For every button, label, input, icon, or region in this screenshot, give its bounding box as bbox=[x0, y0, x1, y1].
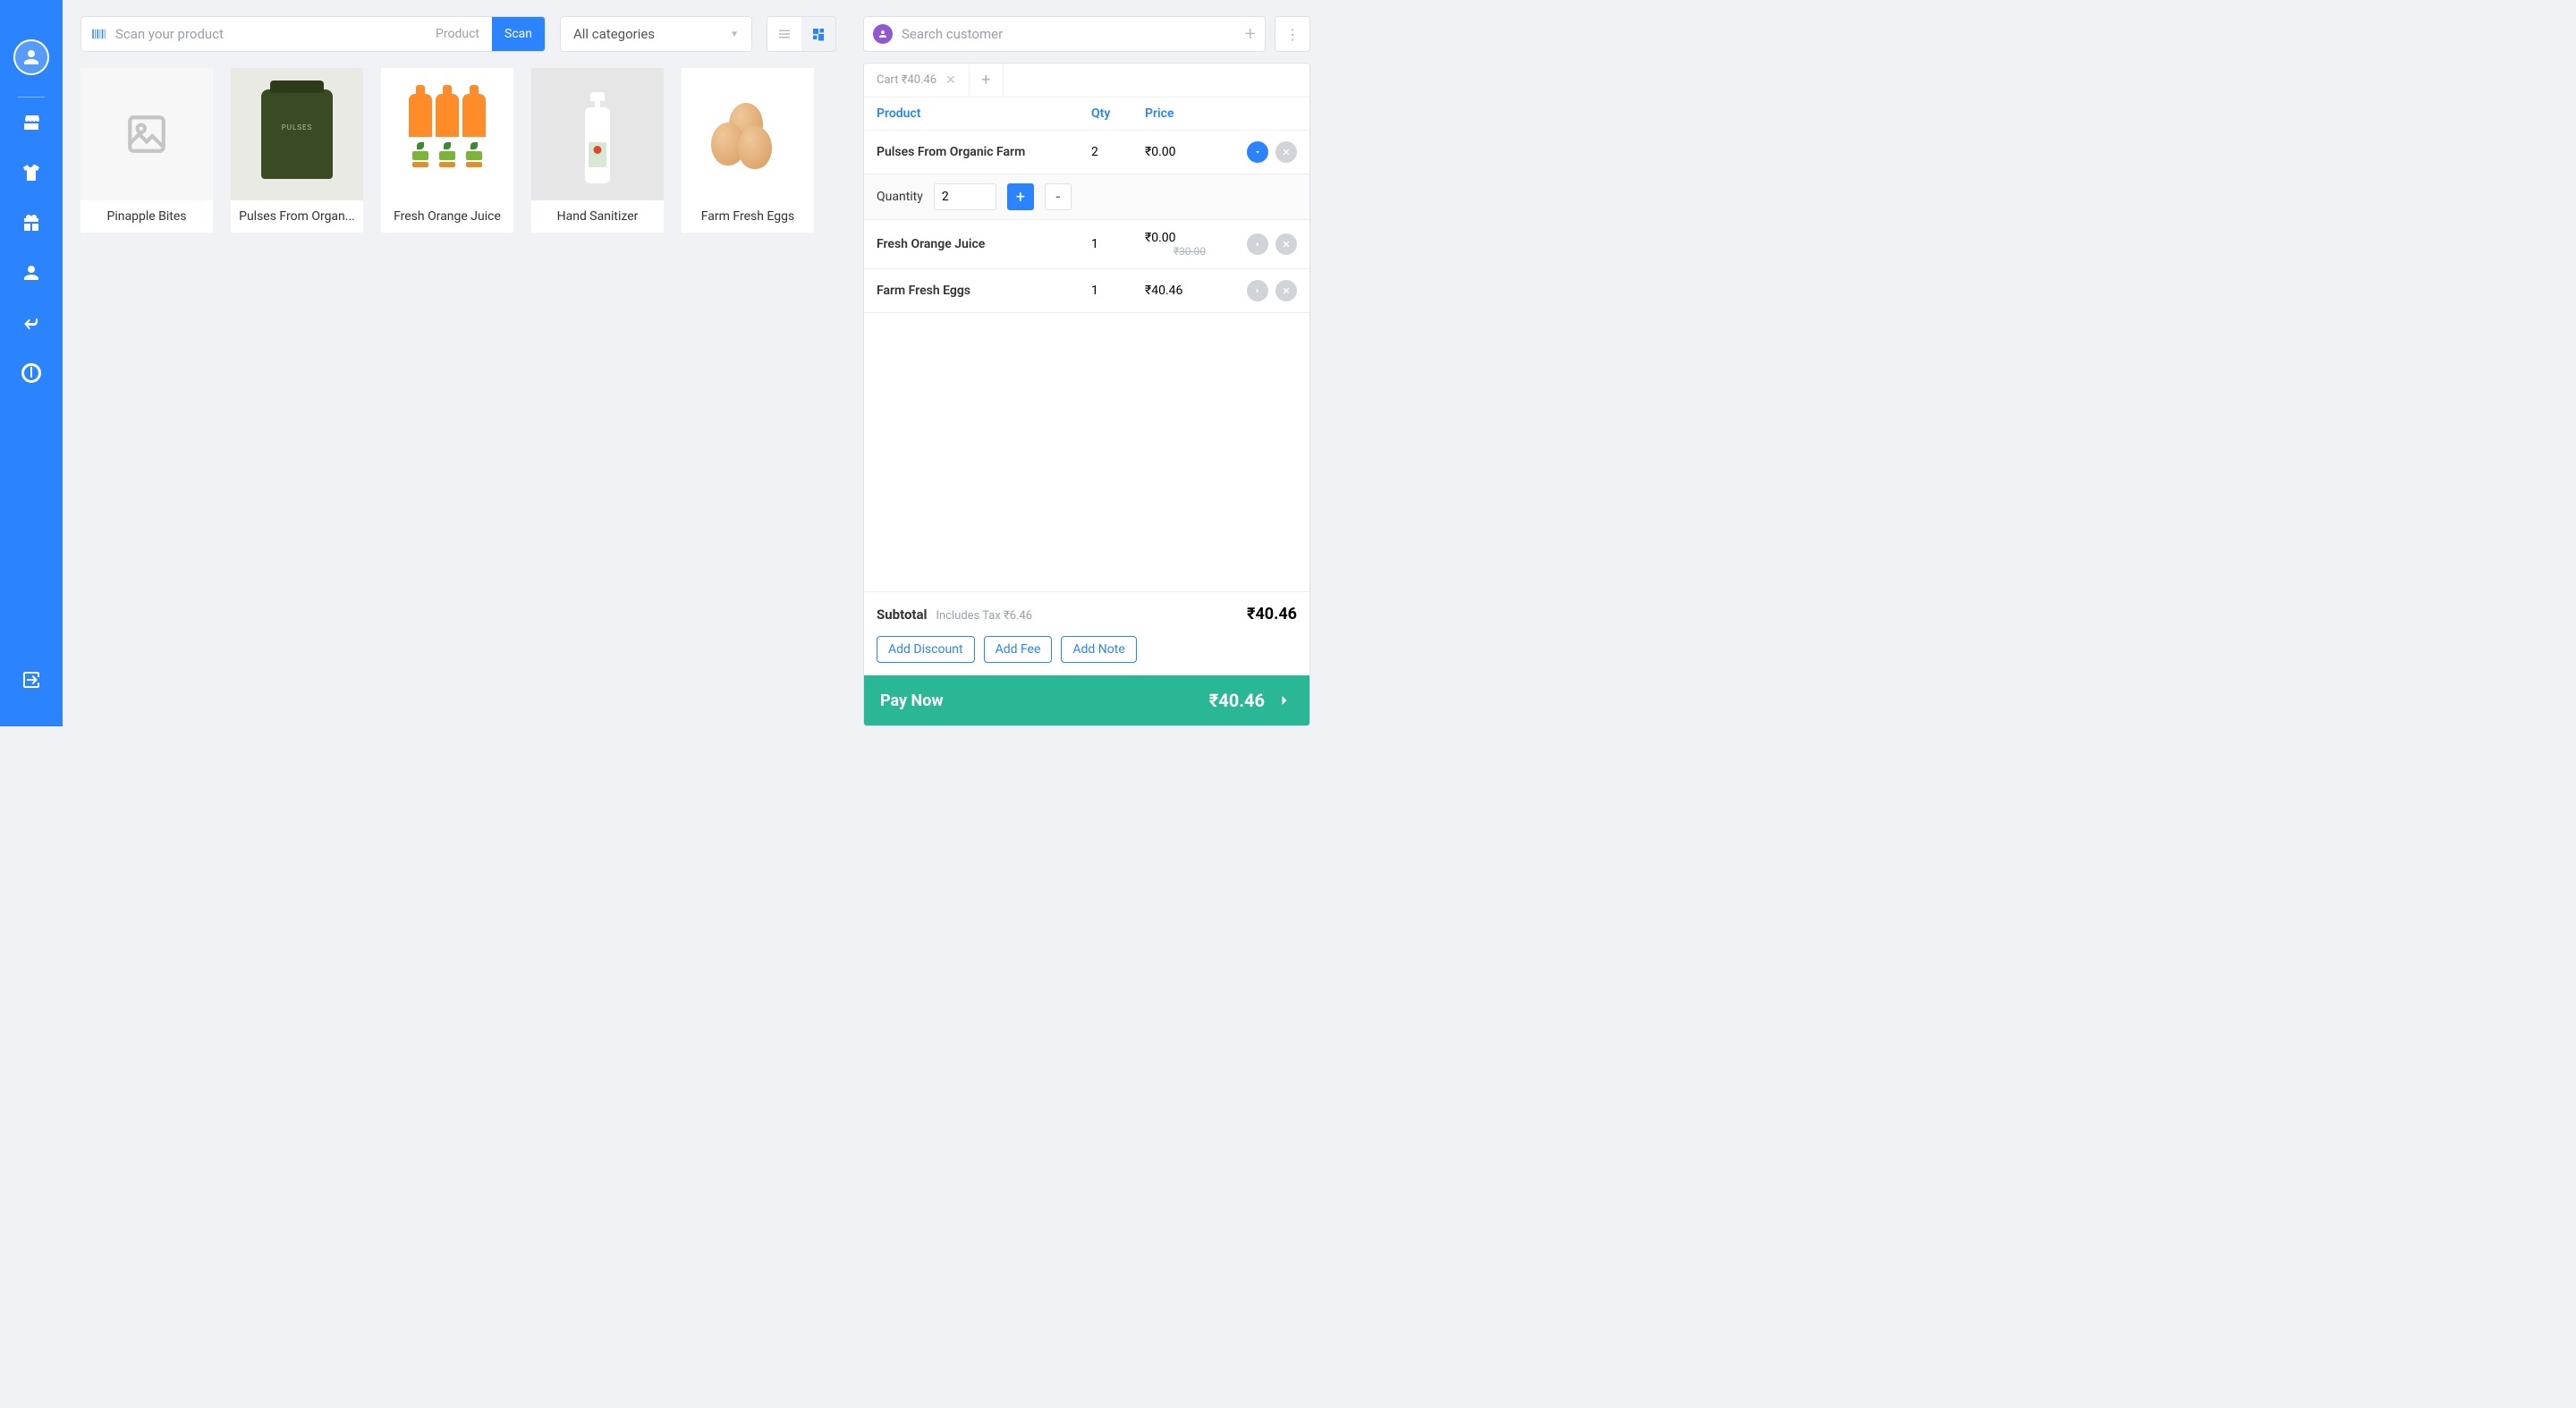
product-search-wrap: Product Scan bbox=[80, 16, 546, 52]
subtotal-row: Subtotal Includes Tax ₹6.46 ₹40.46 bbox=[864, 592, 1309, 636]
view-toggle bbox=[767, 16, 836, 52]
customer-icon bbox=[873, 24, 893, 44]
cart-item-original-price: ₹30.00 bbox=[1145, 245, 1234, 258]
list-view-button[interactable] bbox=[767, 17, 801, 51]
cart-item-row: Fresh Orange Juice 1 ₹0.00 ₹30.00 bbox=[864, 220, 1309, 269]
pay-label: Pay Now bbox=[880, 691, 944, 710]
header-qty: Qty bbox=[1091, 106, 1145, 121]
shirt-icon[interactable] bbox=[21, 162, 42, 183]
product-image bbox=[381, 68, 513, 200]
cart-item-name: Fresh Orange Juice bbox=[877, 237, 1091, 251]
cart-item-current-price: ₹0.00 bbox=[1145, 231, 1234, 245]
sidebar-divider bbox=[18, 97, 45, 98]
product-image bbox=[531, 68, 664, 200]
cart-item-row: Pulses From Organic Farm 2 ₹0.00 bbox=[864, 131, 1309, 174]
add-fee-button[interactable]: Add Fee bbox=[984, 636, 1053, 663]
product-name: Pinapple Bites bbox=[80, 200, 213, 233]
collapse-item-button[interactable] bbox=[1247, 141, 1268, 163]
product-search-input[interactable] bbox=[115, 17, 423, 51]
remove-item-button[interactable] bbox=[1275, 141, 1297, 163]
product-card[interactable]: Hand Sanitizer bbox=[531, 68, 664, 233]
product-name: Farm Fresh Eggs bbox=[682, 200, 814, 233]
category-selected-label: All categories bbox=[573, 26, 655, 42]
chevron-right-icon bbox=[1275, 691, 1293, 709]
expand-item-button[interactable] bbox=[1247, 280, 1268, 301]
gift-icon[interactable] bbox=[21, 212, 42, 233]
cart-item-name: Pulses From Organic Farm bbox=[877, 145, 1091, 159]
cart-body: Pulses From Organic Farm 2 ₹0.00 Quantit… bbox=[864, 131, 1309, 591]
info-icon[interactable] bbox=[21, 362, 42, 384]
cart-item-qty: 1 bbox=[1091, 237, 1145, 251]
barcode-icon bbox=[81, 26, 115, 42]
sidebar bbox=[0, 0, 63, 726]
cart-box: Cart ₹40.46 ✕ + Product Qty Price Pulses… bbox=[863, 63, 1310, 726]
scan-tab-button[interactable]: Scan bbox=[492, 17, 545, 51]
product-name: Pulses From Organ... bbox=[231, 200, 363, 233]
product-name: Fresh Orange Juice bbox=[381, 200, 513, 233]
expand-item-button[interactable] bbox=[1247, 233, 1268, 255]
tax-label: Includes Tax ₹6.46 bbox=[936, 609, 1033, 623]
product-name: Hand Sanitizer bbox=[531, 200, 664, 233]
close-tab-icon[interactable]: ✕ bbox=[945, 73, 956, 88]
subtotal-label: Subtotal bbox=[877, 606, 928, 623]
quantity-input[interactable] bbox=[934, 183, 996, 210]
cart-tab[interactable]: Cart ₹40.46 ✕ bbox=[864, 64, 970, 97]
grid-view-button[interactable] bbox=[801, 17, 835, 51]
cart-header-row: Product Qty Price bbox=[864, 98, 1309, 131]
product-grid: Pinapple Bites PULSES Pulses From Organ.… bbox=[80, 68, 836, 233]
product-card[interactable]: Pinapple Bites bbox=[80, 68, 213, 233]
cart-panel: + ⋮ Cart ₹40.46 ✕ + Product Qty Price Pu… bbox=[854, 0, 1328, 726]
quantity-editor: Quantity + - bbox=[864, 174, 1309, 220]
quantity-label: Quantity bbox=[877, 190, 923, 204]
cart-menu-button[interactable]: ⋮ bbox=[1275, 16, 1310, 52]
decrement-qty-button[interactable]: - bbox=[1045, 183, 1072, 210]
return-icon[interactable] bbox=[21, 312, 42, 334]
add-customer-icon[interactable]: + bbox=[1245, 23, 1256, 46]
cart-footer: Subtotal Includes Tax ₹6.46 ₹40.46 Add D… bbox=[864, 591, 1309, 725]
pay-now-button[interactable]: Pay Now ₹40.46 bbox=[864, 675, 1309, 725]
add-cart-tab-button[interactable]: + bbox=[970, 64, 1004, 97]
product-card[interactable]: PULSES Pulses From Organ... bbox=[231, 68, 363, 233]
customer-search-wrap: + bbox=[863, 16, 1266, 52]
remove-item-button[interactable] bbox=[1275, 280, 1297, 301]
cart-item-name: Farm Fresh Eggs bbox=[877, 284, 1091, 298]
cart-tab-label: Cart ₹40.46 bbox=[877, 73, 936, 87]
product-tab-button[interactable]: Product bbox=[423, 17, 492, 51]
store-icon[interactable] bbox=[21, 112, 42, 133]
customer-search-input[interactable] bbox=[902, 17, 1245, 51]
subtotal-amount: ₹40.46 bbox=[1247, 605, 1297, 623]
product-image bbox=[682, 68, 814, 200]
cart-item-price: ₹0.00 ₹30.00 bbox=[1145, 231, 1234, 258]
header-price: Price bbox=[1145, 106, 1234, 121]
cart-tabs: Cart ₹40.46 ✕ + bbox=[864, 64, 1309, 98]
category-select[interactable]: All categories ▼ bbox=[560, 16, 752, 52]
cart-item-price: ₹0.00 bbox=[1145, 145, 1234, 159]
cart-item-qty: 1 bbox=[1091, 284, 1145, 298]
product-card[interactable]: Farm Fresh Eggs bbox=[682, 68, 814, 233]
user-icon[interactable] bbox=[21, 262, 42, 284]
remove-item-button[interactable] bbox=[1275, 233, 1297, 255]
add-discount-button[interactable]: Add Discount bbox=[877, 636, 975, 663]
product-image-placeholder bbox=[80, 68, 213, 200]
cart-item-qty: 2 bbox=[1091, 145, 1145, 159]
header-product: Product bbox=[877, 106, 1091, 121]
pay-amount: ₹40.46 bbox=[1209, 690, 1265, 711]
chevron-down-icon: ▼ bbox=[730, 30, 739, 39]
cart-item-row: Farm Fresh Eggs 1 ₹40.46 bbox=[864, 269, 1309, 313]
increment-qty-button[interactable]: + bbox=[1007, 183, 1034, 210]
cart-item-price: ₹40.46 bbox=[1145, 284, 1234, 298]
product-image: PULSES bbox=[231, 68, 363, 200]
main-area: Product Scan All categories ▼ Pinapple B… bbox=[63, 0, 854, 726]
product-card[interactable]: Fresh Orange Juice bbox=[381, 68, 513, 233]
add-note-button[interactable]: Add Note bbox=[1061, 636, 1136, 663]
avatar[interactable] bbox=[13, 39, 49, 75]
logout-icon[interactable] bbox=[21, 669, 42, 691]
